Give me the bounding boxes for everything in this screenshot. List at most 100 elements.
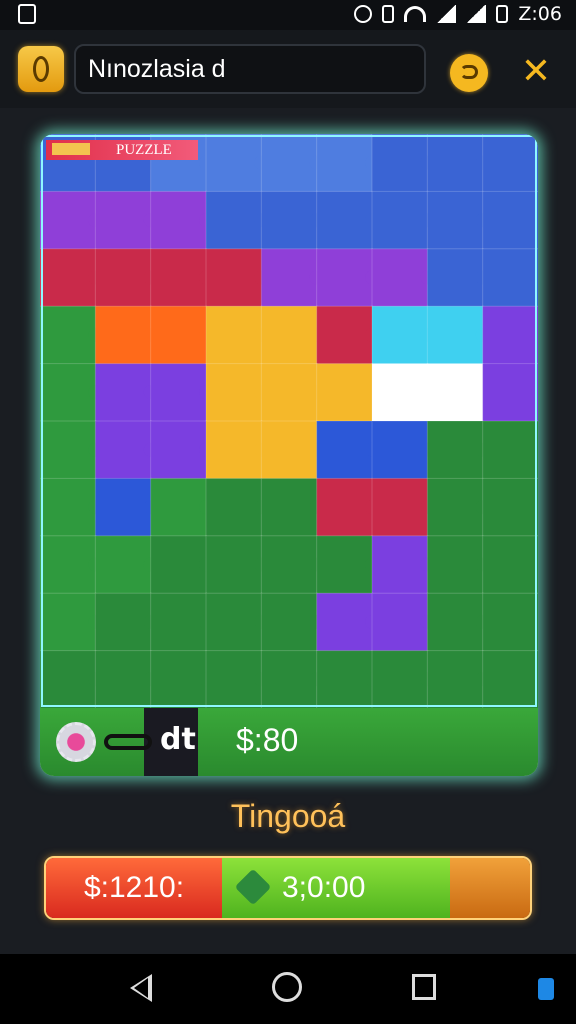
puzzle-piece[interactable]	[40, 650, 97, 709]
puzzle-piece[interactable]	[205, 305, 263, 365]
puzzle-piece[interactable]	[426, 420, 484, 480]
puzzle-piece[interactable]	[205, 363, 263, 423]
puzzle-piece[interactable]	[94, 190, 152, 250]
puzzle-piece[interactable]	[40, 248, 97, 308]
puzzle-piece[interactable]	[150, 477, 207, 537]
puzzle-piece[interactable]	[40, 363, 97, 423]
puzzle-piece[interactable]	[316, 363, 373, 423]
puzzle-piece[interactable]	[94, 592, 152, 652]
puzzle-piece[interactable]	[371, 650, 429, 709]
puzzle-piece[interactable]	[426, 305, 484, 365]
tools-icon[interactable]: ✕	[516, 52, 556, 92]
puzzle-piece[interactable]	[482, 535, 538, 595]
puzzle-piece[interactable]	[40, 305, 97, 365]
puzzle-piece[interactable]	[371, 592, 429, 652]
puzzle-piece[interactable]	[371, 477, 429, 537]
puzzle-piece[interactable]	[94, 305, 152, 365]
puzzle-piece[interactable]	[316, 650, 373, 709]
puzzle-piece[interactable]	[260, 477, 318, 537]
puzzle-piece[interactable]	[94, 477, 152, 537]
puzzle-piece[interactable]	[316, 592, 373, 652]
puzzle-piece[interactable]	[150, 535, 207, 595]
level-title[interactable]: Nınozlasia d	[74, 44, 426, 94]
recent-icon[interactable]	[412, 974, 436, 1000]
puzzle-piece[interactable]	[371, 190, 429, 250]
puzzle-piece[interactable]	[482, 305, 538, 365]
puzzle-piece[interactable]	[482, 420, 538, 480]
puzzle-piece[interactable]	[150, 363, 207, 423]
puzzle-piece[interactable]	[260, 650, 318, 709]
puzzle-piece[interactable]	[205, 248, 263, 308]
puzzle-piece[interactable]	[150, 420, 207, 480]
puzzle-piece[interactable]	[205, 420, 263, 480]
puzzle-piece[interactable]	[482, 190, 538, 250]
puzzle-piece[interactable]	[40, 190, 97, 250]
puzzle-piece[interactable]	[40, 592, 97, 652]
puzzle-piece[interactable]	[371, 305, 429, 365]
puzzle-piece[interactable]	[150, 592, 207, 652]
puzzle-piece[interactable]	[482, 134, 538, 193]
puzzle-piece[interactable]	[316, 248, 373, 308]
gear-icon[interactable]	[56, 722, 96, 762]
puzzle-piece[interactable]	[94, 650, 152, 709]
puzzle-piece[interactable]	[426, 650, 484, 709]
puzzle-piece[interactable]	[94, 420, 152, 480]
puzzle-piece[interactable]	[482, 477, 538, 537]
puzzle-piece[interactable]	[150, 190, 207, 250]
puzzle-piece[interactable]	[371, 134, 429, 193]
puzzle-piece[interactable]	[205, 134, 263, 193]
back-icon[interactable]	[130, 974, 152, 1002]
puzzle-piece[interactable]	[94, 363, 152, 423]
puzzle-piece[interactable]	[482, 248, 538, 308]
puzzle-piece[interactable]	[40, 420, 97, 480]
puzzle-piece[interactable]	[150, 650, 207, 709]
puzzle-piece[interactable]	[260, 305, 318, 365]
puzzle-piece[interactable]	[371, 248, 429, 308]
puzzle-piece[interactable]	[426, 363, 484, 423]
middle-value-button[interactable]: 3;0:00	[222, 858, 450, 918]
puzzle-piece[interactable]	[150, 305, 207, 365]
puzzle-piece[interactable]	[316, 535, 373, 595]
puzzle-piece[interactable]	[316, 305, 373, 365]
puzzle-piece[interactable]	[260, 134, 318, 193]
puzzle-piece[interactable]	[371, 420, 429, 480]
home-icon[interactable]	[272, 972, 302, 1002]
puzzle-piece[interactable]	[260, 592, 318, 652]
puzzle-piece[interactable]	[426, 535, 484, 595]
puzzle-piece[interactable]	[260, 363, 318, 423]
puzzle-piece[interactable]	[482, 363, 538, 423]
puzzle-piece[interactable]	[260, 190, 318, 250]
puzzle-piece[interactable]	[94, 535, 152, 595]
puzzle-piece[interactable]	[260, 248, 318, 308]
puzzle-piece[interactable]	[482, 592, 538, 652]
puzzle-piece[interactable]	[205, 477, 263, 537]
puzzle-piece[interactable]	[426, 592, 484, 652]
puzzle-piece[interactable]	[482, 650, 538, 709]
left-value-button[interactable]: $:1210:	[46, 858, 222, 918]
puzzle-piece[interactable]	[94, 248, 152, 308]
puzzle-piece[interactable]	[205, 592, 263, 652]
puzzle-piece[interactable]	[260, 420, 318, 480]
puzzle-piece[interactable]	[371, 363, 429, 423]
puzzle-piece[interactable]	[316, 420, 373, 480]
puzzle-piece[interactable]	[426, 134, 484, 193]
puzzle-piece[interactable]	[40, 535, 97, 595]
puzzle-piece[interactable]	[426, 190, 484, 250]
play-button[interactable]	[450, 858, 530, 918]
puzzle-piece[interactable]	[260, 535, 318, 595]
puzzle-piece[interactable]	[205, 535, 263, 595]
puzzle-piece[interactable]	[40, 477, 97, 537]
puzzle-piece[interactable]	[371, 535, 429, 595]
puzzle-board[interactable]: PUZZLE dt $:80	[40, 134, 538, 776]
coin-icon[interactable]	[450, 54, 488, 92]
puzzle-piece[interactable]	[316, 477, 373, 537]
logo-icon[interactable]	[18, 46, 64, 92]
puzzle-piece[interactable]	[150, 248, 207, 308]
puzzle-piece[interactable]	[426, 248, 484, 308]
puzzle-grid[interactable]	[40, 134, 538, 776]
puzzle-piece[interactable]	[316, 190, 373, 250]
puzzle-piece[interactable]	[205, 650, 263, 709]
puzzle-piece[interactable]	[205, 190, 263, 250]
puzzle-piece[interactable]	[316, 134, 373, 193]
puzzle-piece[interactable]	[426, 477, 484, 537]
